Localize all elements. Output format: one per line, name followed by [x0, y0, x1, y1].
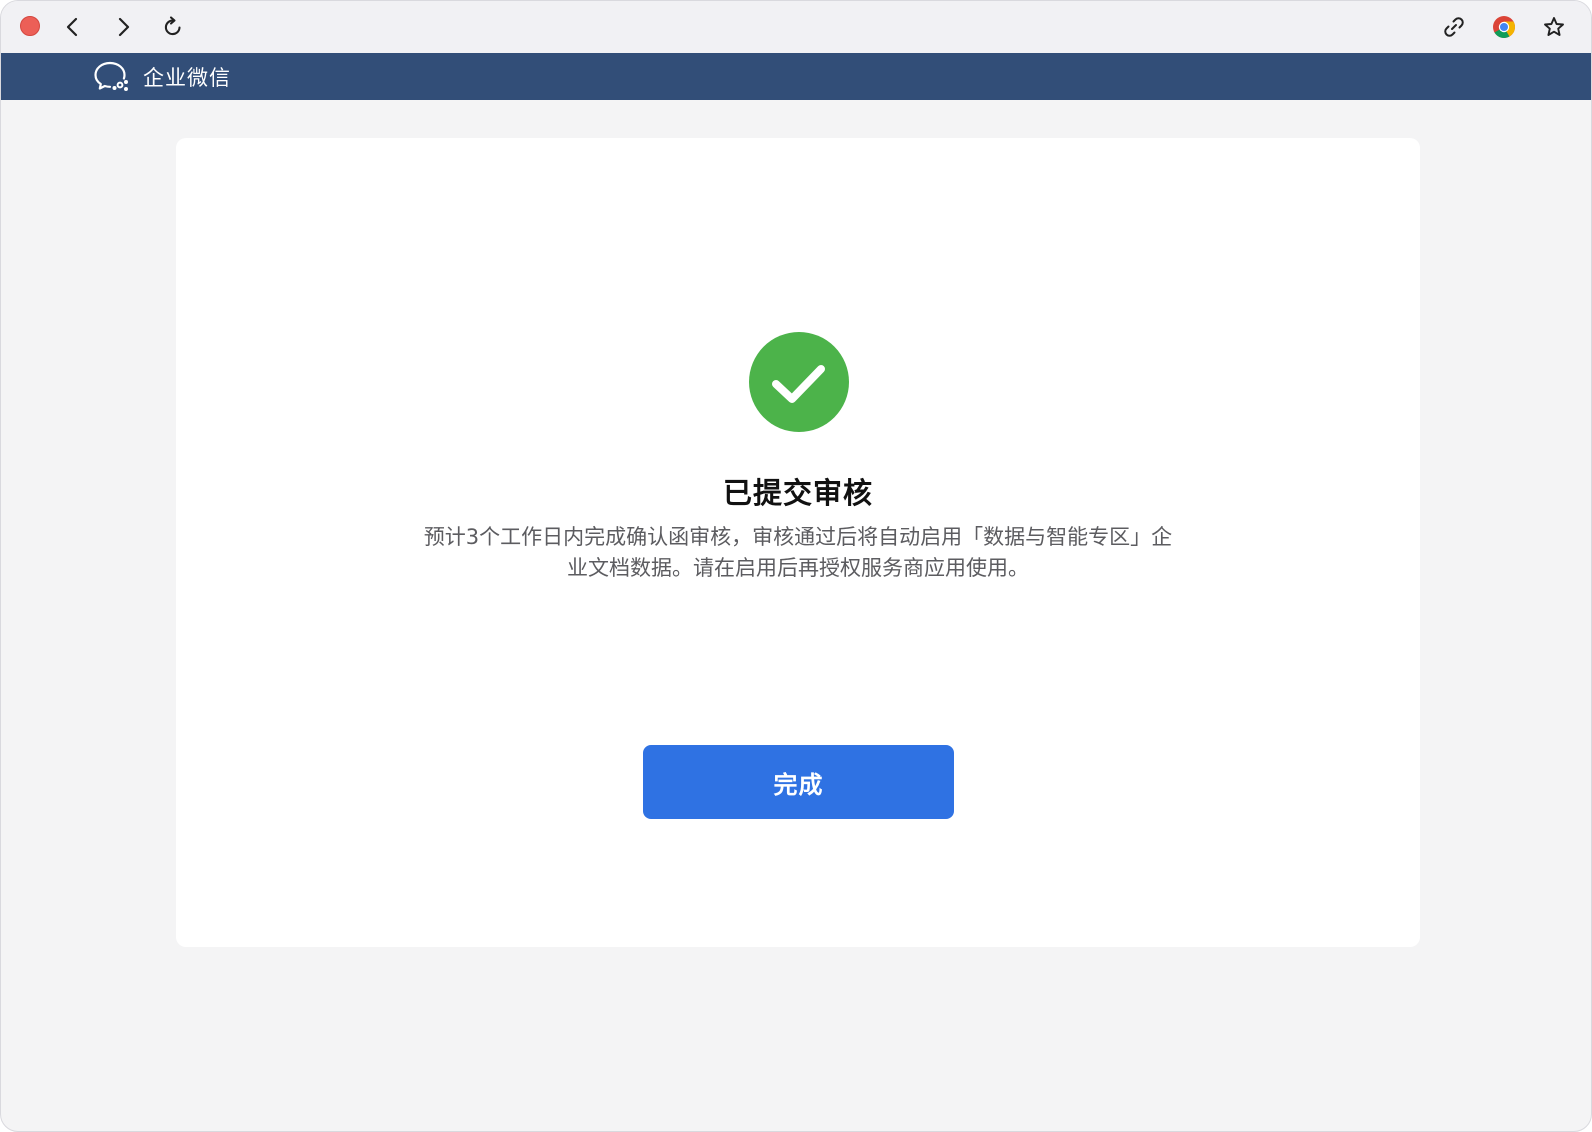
chrome-icon — [1493, 16, 1515, 38]
back-button[interactable] — [58, 12, 88, 42]
chevron-right-icon — [118, 17, 130, 37]
wecom-logo-icon — [94, 61, 128, 91]
link-icon — [1444, 17, 1464, 37]
success-check-icon — [749, 332, 849, 432]
bookmark-button[interactable] — [1539, 12, 1569, 42]
reload-button[interactable] — [158, 12, 188, 42]
forward-button[interactable] — [108, 12, 138, 42]
app-name: 企业微信 — [143, 66, 231, 90]
result-description: 预计3个工作日内完成确认函审核，审核通过后将自动启用「数据与智能专区」企 业文档… — [378, 522, 1218, 584]
star-icon — [1544, 17, 1564, 36]
reload-icon — [164, 16, 181, 36]
window-close-button[interactable] — [20, 16, 40, 36]
description-line-1: 预计3个工作日内完成确认函审核，审核通过后将自动启用「数据与智能专区」企 — [423, 525, 1173, 549]
result-title: 已提交审核 — [722, 476, 873, 510]
description-line-2: 业文档数据。请在启用后再授权服务商应用使用。 — [567, 556, 1029, 580]
chrome-button[interactable] — [1489, 12, 1519, 42]
copy-link-button[interactable] — [1439, 12, 1469, 42]
brand[interactable]: 企业微信 — [93, 59, 231, 95]
chevron-left-icon — [66, 17, 78, 37]
result-card: 已提交审核 预计3个工作日内完成确认函审核，审核通过后将自动启用「数据与智能专区… — [176, 138, 1420, 947]
done-button[interactable]: 完成 — [643, 745, 954, 819]
app-header: 企业微信 — [1, 53, 1591, 100]
browser-toolbar — [1, 1, 1591, 53]
browser-window: 企业微信 已提交审核 预计3个工作日内完成确认函审核，审核通过后将自动启用「数据… — [0, 0, 1592, 1132]
